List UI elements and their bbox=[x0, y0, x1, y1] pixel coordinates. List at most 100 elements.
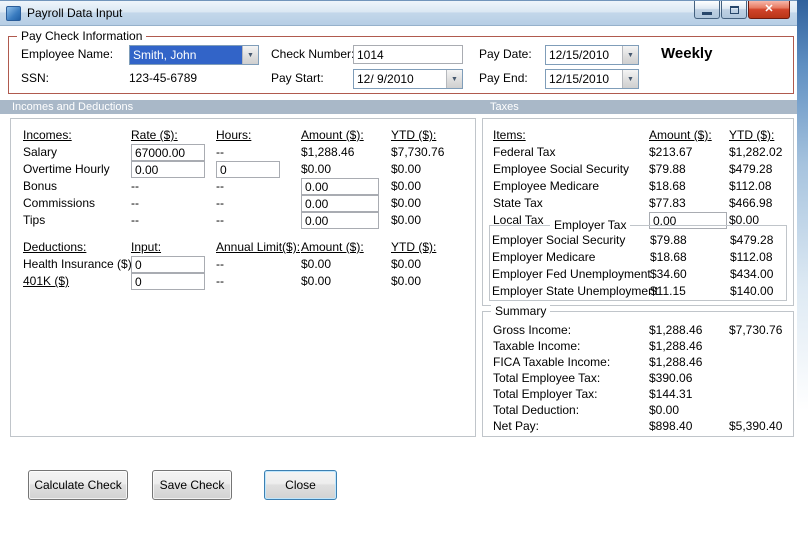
tax-ytd-value: $1,282.02 bbox=[729, 145, 783, 159]
maximize-button[interactable] bbox=[721, 1, 747, 19]
commissions-amount-input[interactable] bbox=[301, 195, 379, 212]
employer-tax-ytd-value: $434.00 bbox=[730, 267, 774, 281]
employer-tax-table: Employer Social Security $79.88 $479.28 … bbox=[492, 232, 788, 300]
ssn-label: SSN: bbox=[21, 71, 50, 85]
pay-date-select[interactable]: 12/15/2010 ▼ bbox=[545, 45, 639, 65]
section-header-bar: Incomes and Deductions Taxes bbox=[0, 100, 797, 114]
deductions-table: Deductions: Input: Annual Limit($): Amou… bbox=[23, 239, 461, 290]
pay-start-value: 12/ 9/2010 bbox=[357, 72, 414, 86]
income-hours-value: -- bbox=[216, 179, 224, 193]
summary-panel: Summary Gross Income: $1,288.46 $7,730.7… bbox=[482, 304, 795, 437]
pay-end-label: Pay End: bbox=[479, 71, 528, 85]
summary-ytd-value bbox=[729, 386, 795, 402]
summary-amount-value: $1,288.46 bbox=[649, 323, 703, 337]
incomes-header-ytd: YTD ($): bbox=[391, 128, 437, 142]
income-ytd-value: $7,730.76 bbox=[391, 145, 445, 159]
chevron-down-icon[interactable]: ▼ bbox=[622, 70, 638, 88]
income-ytd-value: $0.00 bbox=[391, 213, 422, 227]
employer-tax-group: Employer Tax Employer Social Security $7… bbox=[489, 218, 788, 301]
deduction-ytd-value: $0.00 bbox=[391, 257, 422, 271]
pay-end-value: 12/15/2010 bbox=[549, 72, 610, 86]
taxes-table: Items: Amount ($): YTD ($): Federal Tax … bbox=[493, 127, 795, 229]
incomes-header-amount: Amount ($): bbox=[301, 128, 364, 142]
summary-amount-value: $1,288.46 bbox=[649, 339, 703, 353]
income-row-label: Overtime Hourly bbox=[23, 162, 110, 176]
employee-name-label: Employee Name: bbox=[21, 47, 114, 61]
employer-tax-amount-value: $34.60 bbox=[650, 267, 687, 281]
summary-ytd-value bbox=[729, 370, 795, 386]
employer-tax-row-label: Employer Social Security bbox=[492, 233, 626, 247]
close-icon: ✕ bbox=[764, 3, 774, 15]
income-hours-value: -- bbox=[216, 213, 224, 227]
title-bar[interactable]: Payroll Data Input ✕ bbox=[0, 0, 797, 26]
salary-rate-input[interactable] bbox=[131, 144, 205, 161]
check-number-input[interactable] bbox=[353, 45, 463, 64]
tax-row-label: Employee Social Security bbox=[493, 162, 630, 176]
tips-amount-input[interactable] bbox=[301, 212, 379, 229]
employer-tax-amount-value: $18.68 bbox=[650, 250, 687, 264]
tax-amount-value: $79.88 bbox=[649, 162, 686, 176]
employer-tax-row-label: Employer Medicare bbox=[492, 250, 596, 264]
summary-row-label: FICA Taxable Income: bbox=[493, 355, 611, 369]
taxes-header-items: Items: bbox=[493, 128, 526, 142]
overtime-hours-input[interactable] bbox=[216, 161, 280, 178]
deductions-header-input: Input: bbox=[131, 240, 162, 254]
income-hours-value: -- bbox=[216, 196, 224, 210]
summary-table: Gross Income: $1,288.46 $7,730.76 Taxabl… bbox=[493, 322, 795, 434]
health-insurance-input[interactable] bbox=[131, 256, 205, 273]
deduction-ytd-value: $0.00 bbox=[391, 274, 422, 288]
pay-end-select[interactable]: 12/15/2010 ▼ bbox=[545, 69, 639, 89]
summary-ytd-value bbox=[729, 402, 795, 418]
summary-amount-value: $0.00 bbox=[649, 403, 680, 417]
taxes-header-ytd: YTD ($): bbox=[729, 128, 775, 142]
summary-group-title: Summary bbox=[491, 304, 551, 318]
incomes-table: Incomes: Rate ($): Hours: Amount ($): YT… bbox=[23, 127, 461, 229]
app-icon bbox=[6, 5, 21, 21]
taxes-section-title: Taxes bbox=[490, 101, 519, 113]
chevron-down-icon[interactable]: ▼ bbox=[446, 70, 462, 88]
deductions-header-amount: Amount ($): bbox=[301, 240, 364, 254]
deduction-amount-value: $0.00 bbox=[301, 274, 332, 288]
bonus-amount-cell bbox=[301, 178, 391, 195]
summary-amount-value: $144.31 bbox=[649, 387, 693, 401]
income-rate-value: -- bbox=[131, 179, 139, 193]
tax-row-label: Employee Medicare bbox=[493, 179, 600, 193]
income-ytd-value: $0.00 bbox=[391, 196, 422, 210]
chevron-down-icon[interactable]: ▼ bbox=[242, 46, 258, 64]
employer-tax-ytd-value: $112.08 bbox=[730, 250, 773, 264]
summary-ytd-value bbox=[729, 338, 795, 354]
save-check-button[interactable]: Save Check bbox=[152, 470, 232, 500]
close-button[interactable]: Close bbox=[264, 470, 337, 500]
tax-ytd-value: $479.28 bbox=[729, 162, 773, 176]
income-hours-value: -- bbox=[216, 145, 224, 159]
chevron-down-icon[interactable]: ▼ bbox=[622, 46, 638, 64]
retirement-401k-input[interactable] bbox=[131, 273, 205, 290]
summary-ytd-value: $5,390.40 bbox=[729, 419, 783, 433]
income-amount-value: $0.00 bbox=[301, 162, 332, 176]
income-row-label: Salary bbox=[23, 145, 58, 159]
minimize-button[interactable] bbox=[694, 1, 720, 19]
tax-amount-value: $77.83 bbox=[649, 196, 686, 210]
employer-tax-group-title: Employer Tax bbox=[550, 218, 631, 232]
summary-row-label: Taxable Income: bbox=[493, 339, 581, 353]
overtime-rate-cell bbox=[131, 161, 216, 178]
deduction-amount-value: $0.00 bbox=[301, 257, 332, 271]
summary-row-label: Total Deduction: bbox=[493, 403, 580, 417]
pay-start-select[interactable]: 12/ 9/2010 ▼ bbox=[353, 69, 463, 89]
income-row-label: Commissions bbox=[23, 196, 96, 210]
calculate-check-button[interactable]: Calculate Check bbox=[28, 470, 128, 500]
summary-row-label: Gross Income: bbox=[493, 323, 572, 337]
close-window-button[interactable]: ✕ bbox=[748, 1, 790, 19]
window-title: Payroll Data Input bbox=[27, 6, 123, 20]
window-controls: ✕ bbox=[694, 1, 790, 19]
income-ytd-value: $0.00 bbox=[391, 162, 422, 176]
deductions-header-ytd: YTD ($): bbox=[391, 240, 437, 254]
bonus-amount-input[interactable] bbox=[301, 178, 379, 195]
summary-row-label: Total Employer Tax: bbox=[493, 387, 598, 401]
retirement-401k-input-cell bbox=[131, 273, 216, 290]
overtime-rate-input[interactable] bbox=[131, 161, 205, 178]
summary-amount-value: $1,288.46 bbox=[649, 355, 703, 369]
incomes-header-rate: Rate ($): bbox=[131, 128, 178, 142]
pay-date-label: Pay Date: bbox=[479, 47, 532, 61]
employee-name-select[interactable]: Smith, John ▼ bbox=[129, 45, 259, 65]
